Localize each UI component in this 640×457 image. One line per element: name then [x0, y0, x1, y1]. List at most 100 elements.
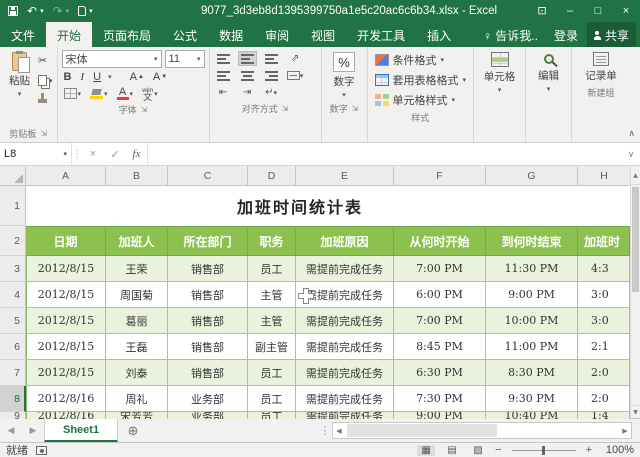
name-box[interactable]: L8 ▾ — [0, 143, 72, 165]
cell[interactable]: 员工 — [248, 386, 296, 412]
formula-input[interactable] — [148, 143, 622, 165]
header-cell[interactable]: 到何时结束 — [486, 226, 578, 256]
alignment-dialog-launcher-icon[interactable]: ⇲ — [282, 104, 289, 113]
header-cell[interactable]: 加班时 — [578, 226, 630, 256]
cell[interactable]: 宋芳芳 — [106, 412, 168, 419]
scroll-up-icon[interactable]: ▲ — [631, 166, 640, 185]
format-painter-button[interactable] — [38, 92, 53, 108]
decrease-indent-button[interactable]: ⇤ — [214, 85, 233, 100]
font-dialog-launcher-icon[interactable]: ⇲ — [141, 105, 148, 114]
cell[interactable]: 8:30 PM — [486, 360, 578, 386]
row-header-selected[interactable]: 8 — [0, 386, 26, 412]
row-header[interactable]: 5 — [0, 308, 26, 334]
cut-button[interactable]: ✂ — [38, 53, 53, 68]
align-bottom-button[interactable] — [262, 51, 281, 66]
phonetic-button[interactable]: wén 文 ▾ — [140, 88, 160, 102]
vertical-scrollbar-thumb[interactable] — [632, 187, 639, 292]
paste-dropdown-icon[interactable]: ▾ — [18, 90, 22, 98]
row-header[interactable]: 4 — [0, 282, 26, 308]
cell[interactable]: 需提前完成任务 — [296, 256, 394, 282]
cell[interactable]: 周礼 — [106, 386, 168, 412]
scroll-down-icon[interactable]: ▼ — [631, 405, 640, 418]
cell[interactable]: 销售部 — [168, 360, 248, 386]
cell[interactable]: 需提前完成任务 — [296, 412, 394, 419]
row-header[interactable]: 3 — [0, 256, 26, 282]
number-format-button[interactable]: % 数字 ▾ — [326, 50, 363, 101]
cell[interactable]: 4:3 — [578, 256, 630, 282]
tell-me-button[interactable]: ♀ 告诉我.. — [476, 22, 545, 48]
undo-dropdown-icon[interactable]: ▾ — [40, 8, 44, 15]
cell[interactable]: 王荣 — [106, 256, 168, 282]
merge-center-button[interactable]: ▾ — [286, 68, 305, 83]
tab-page-layout[interactable]: 页面布局 — [92, 22, 162, 47]
cell[interactable]: 9:30 PM — [486, 386, 578, 412]
editing-dropdown-icon[interactable]: ▾ — [547, 85, 551, 93]
cell[interactable]: 2012/8/15 — [26, 256, 106, 282]
sign-in-button[interactable]: 登录 — [547, 22, 585, 48]
cell[interactable]: 9:00 PM — [394, 412, 486, 419]
tab-data[interactable]: 数据 — [208, 22, 254, 47]
cell[interactable]: 7:00 PM — [394, 256, 486, 282]
cell[interactable]: 2012/8/16 — [26, 386, 106, 412]
cell[interactable]: 主管 — [248, 308, 296, 334]
italic-button[interactable]: I — [78, 71, 86, 83]
column-header-a[interactable]: A — [26, 166, 106, 185]
cell[interactable]: 2012/8/15 — [26, 334, 106, 360]
name-box-dropdown-icon[interactable]: ▾ — [63, 150, 67, 158]
cell[interactable]: 2:1 — [578, 334, 630, 360]
cell[interactable]: 11:30 PM — [486, 256, 578, 282]
font-name-combo[interactable]: 宋体 ▾ — [61, 50, 162, 68]
sheet-nav-left-icon[interactable]: ◀ — [0, 419, 22, 442]
clipboard-dialog-launcher-icon[interactable]: ⇲ — [40, 129, 47, 138]
cell[interactable]: 刘泰 — [106, 360, 168, 386]
cell[interactable]: 需提前完成任务 — [296, 360, 394, 386]
align-center-button[interactable] — [238, 68, 257, 83]
align-left-button[interactable] — [214, 68, 233, 83]
cell[interactable]: 销售部 — [168, 334, 248, 360]
macro-record-icon[interactable] — [36, 445, 47, 455]
formula-bar-expand-icon[interactable]: ∨ — [622, 143, 640, 165]
page-break-view-icon[interactable]: ▨ — [469, 445, 487, 456]
restore-icon[interactable]: □ — [584, 0, 612, 22]
zoom-slider-thumb[interactable] — [541, 445, 545, 455]
zoom-out-icon[interactable]: − — [495, 444, 501, 456]
header-cell[interactable]: 从何时开始 — [394, 226, 486, 256]
cells-dropdown-icon[interactable]: ▾ — [498, 86, 502, 94]
cell[interactable]: 员工 — [248, 256, 296, 282]
row-header[interactable]: 7 — [0, 360, 26, 386]
add-sheet-icon[interactable]: ⊕ — [118, 419, 148, 442]
new-document-icon[interactable] — [78, 6, 87, 16]
paste-button[interactable]: 粘贴 ▾ — [4, 50, 35, 126]
record-form-button[interactable]: 记录单 — [576, 50, 626, 85]
cell[interactable]: 业务部 — [168, 386, 248, 412]
cell[interactable]: 业务部 — [168, 412, 248, 419]
share-button[interactable]: 共享 — [586, 21, 636, 48]
header-cell[interactable]: 所在部门 — [168, 226, 248, 256]
orientation-button[interactable]: ⇗ — [286, 51, 305, 66]
zoom-level[interactable]: 100% — [600, 444, 634, 456]
cancel-entry-icon[interactable]: × — [82, 143, 104, 165]
vertical-scrollbar[interactable]: ▲ ▼ — [630, 166, 640, 418]
cell[interactable]: 销售部 — [168, 308, 248, 334]
cell[interactable]: 销售部 — [168, 282, 248, 308]
wrap-text-button[interactable]: ↵ ▾ — [262, 85, 281, 100]
cell[interactable]: 8:45 PM — [394, 334, 486, 360]
cell[interactable]: 员工 — [248, 412, 296, 419]
cell[interactable]: 需提前完成任务 — [296, 334, 394, 360]
header-cell[interactable]: 加班原因 — [296, 226, 394, 256]
column-header-b[interactable]: B — [106, 166, 168, 185]
customize-qat-icon[interactable]: ▾ — [89, 8, 93, 15]
cell[interactable]: 2012/8/15 — [26, 360, 106, 386]
font-size-combo[interactable]: 11 ▾ — [164, 50, 205, 68]
cell[interactable]: 9:00 PM — [486, 282, 578, 308]
tab-insert[interactable]: 插入 — [416, 22, 462, 47]
number-dropdown-icon[interactable]: ▾ — [342, 91, 346, 99]
row-header[interactable]: 9 — [0, 412, 26, 419]
cell[interactable]: 王磊 — [106, 334, 168, 360]
borders-button[interactable]: ▾ — [62, 88, 84, 99]
cell[interactable]: 2012/8/16 — [26, 412, 106, 419]
font-name-dropdown-icon[interactable]: ▾ — [154, 55, 158, 63]
close-icon[interactable]: × — [612, 0, 640, 22]
cell[interactable]: 10:40 PM — [486, 412, 578, 419]
column-header-c[interactable]: C — [168, 166, 248, 185]
